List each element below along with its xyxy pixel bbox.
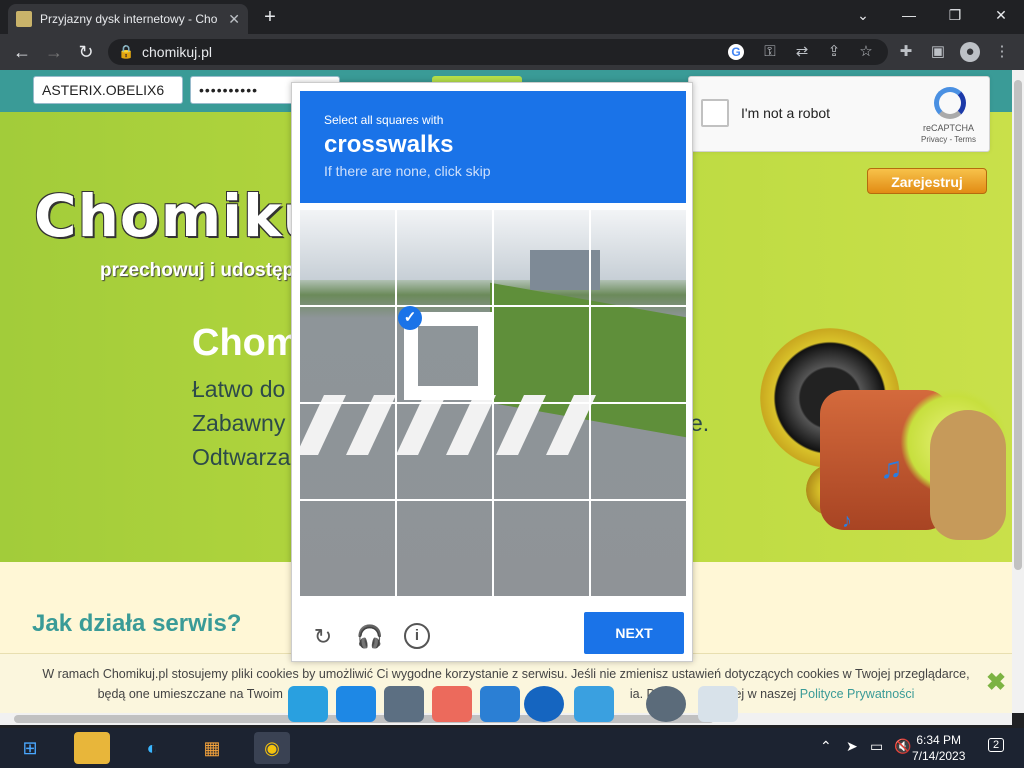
site-tagline: przechowuj i udostępni	[100, 260, 312, 281]
selected-check-icon: ✓	[398, 306, 422, 330]
notes-dock-icon[interactable]	[384, 686, 424, 722]
new-tab-button[interactable]: +	[258, 6, 282, 30]
side-panel-icon[interactable]: ▣	[928, 42, 948, 62]
google-icon[interactable]: G	[728, 44, 744, 60]
minimize-button[interactable]: —	[886, 0, 932, 32]
settings-dock-icon[interactable]	[646, 686, 686, 722]
start-windows-icon[interactable]: ⊞	[12, 732, 48, 764]
translate-icon[interactable]: ⇄	[792, 42, 812, 62]
hero-line-2: Zabawny	[192, 410, 286, 436]
crosswalk-stripe	[446, 395, 496, 455]
close-tab-icon[interactable]: ✕	[228, 11, 240, 28]
close-window-button[interactable]: ✕	[978, 0, 1024, 32]
store-icon[interactable]: ▦	[194, 732, 230, 764]
network-icon[interactable]: ▭	[870, 738, 883, 755]
hero-line-3: Odtwarza	[192, 444, 291, 470]
taskbar-clock[interactable]: 6:34 PM 7/14/2023	[912, 732, 965, 764]
reload-challenge-icon[interactable]: ↻	[309, 623, 337, 651]
audio-challenge-icon[interactable]: 🎧	[356, 623, 384, 651]
captcha-challenge: Select all squares with crosswalks If th…	[291, 82, 693, 662]
challenge-instruction: Select all squares with	[324, 113, 444, 127]
edge-browser-icon[interactable]: ◐	[134, 732, 170, 764]
cookie-text-part-1: będą one umieszczane na Twoim	[97, 687, 287, 701]
cookie-close-icon[interactable]: ✖	[986, 668, 1006, 697]
hero-line-1: Łatwo do	[192, 376, 286, 402]
crosswalk-stripe	[346, 395, 396, 455]
url-text[interactable]: chomikuj.pl	[142, 44, 212, 60]
notification-count: 2	[993, 739, 1000, 751]
photos-dock-icon[interactable]	[480, 686, 520, 722]
dashboard-dock-icon[interactable]	[574, 686, 614, 722]
recaptcha-widget: I'm not a robot reCAPTCHA Privacy - Term…	[688, 76, 990, 152]
info-icon[interactable]: i	[404, 623, 430, 649]
recaptcha-terms-link[interactable]: Privacy - Terms	[921, 135, 976, 144]
lock-icon[interactable]: 🔒	[118, 44, 134, 60]
vertical-scroll-thumb[interactable]	[1014, 80, 1022, 570]
login-field[interactable]: ASTERIX.OBELIX6	[33, 76, 183, 104]
monitor-dock-icon[interactable]	[288, 686, 328, 722]
file-explorer-icon[interactable]	[74, 732, 110, 764]
share-icon[interactable]: ⇪	[824, 42, 844, 62]
profile-avatar[interactable]: ●	[960, 42, 980, 62]
show-hidden-icons-icon[interactable]: ⌃	[820, 738, 832, 755]
crosswalk-stripe	[300, 395, 346, 455]
register-button[interactable]: Zarejestruj	[867, 168, 987, 194]
menu-kebab-icon[interactable]: ⋮	[992, 42, 1012, 62]
crosswalk-stripe	[396, 395, 446, 455]
music-dock-icon[interactable]	[432, 686, 472, 722]
recaptcha-logo-icon	[934, 87, 966, 119]
grid-divider	[300, 499, 686, 501]
tab-title: Przyjazny dysk internetowy - Cho	[40, 12, 218, 26]
recaptcha-checkbox[interactable]	[701, 99, 729, 127]
forward-button[interactable]: →	[42, 40, 66, 64]
network-dock-icon[interactable]	[336, 686, 376, 722]
volume-icon[interactable]: 🔇	[894, 738, 911, 755]
recycle-bin-dock-icon[interactable]	[698, 686, 738, 722]
clock-time: 6:34 PM	[916, 733, 962, 747]
reload-button[interactable]: ↻	[74, 40, 98, 64]
tab-search-button[interactable]: ⌄	[840, 0, 886, 32]
challenge-header: Select all squares with crosswalks If th…	[300, 91, 686, 203]
key-icon[interactable]: ⚿	[760, 42, 780, 62]
next-button[interactable]: NEXT	[584, 612, 684, 654]
cookie-text-part-3: cej w naszej	[728, 687, 800, 701]
restore-button[interactable]: ❐	[932, 0, 978, 32]
music-note-small-icon: ♪	[842, 510, 852, 532]
clock-date: 7/14/2023	[912, 749, 966, 763]
challenge-hint: If there are none, click skip	[324, 163, 491, 179]
location-icon[interactable]: ➤	[846, 738, 858, 755]
recaptcha-brand: reCAPTCHA	[923, 123, 975, 133]
cookie-text-line-1: W ramach Chomikuj.pl stosujemy pliki coo…	[42, 667, 970, 681]
site-favicon-icon	[16, 11, 32, 27]
edge-dock-icon[interactable]	[524, 686, 564, 722]
grid-divider	[300, 402, 686, 404]
music-note-icon: ♫	[880, 452, 903, 485]
extensions-icon[interactable]: ✚	[896, 42, 916, 62]
how-it-works-heading[interactable]: Jak działa serwis?	[32, 610, 241, 638]
browser-tab[interactable]: Przyjazny dysk internetowy - Cho ✕	[8, 4, 248, 34]
back-button[interactable]: ←	[10, 40, 34, 64]
grid-divider	[300, 305, 686, 307]
hamster-mascot-graphic	[930, 410, 1006, 540]
bookmark-star-icon[interactable]: ☆	[856, 42, 876, 62]
hero-heading: Chom	[192, 322, 300, 364]
recaptcha-label: I'm not a robot	[741, 105, 831, 121]
captcha-image-grid[interactable]: ✓	[300, 210, 686, 596]
challenge-target: crosswalks	[324, 131, 454, 158]
privacy-policy-link[interactable]: Polityce Prywatności	[800, 687, 915, 701]
notification-center-button[interactable]: 2	[988, 738, 1005, 752]
chrome-taskbar-icon[interactable]: ◉	[254, 732, 290, 764]
